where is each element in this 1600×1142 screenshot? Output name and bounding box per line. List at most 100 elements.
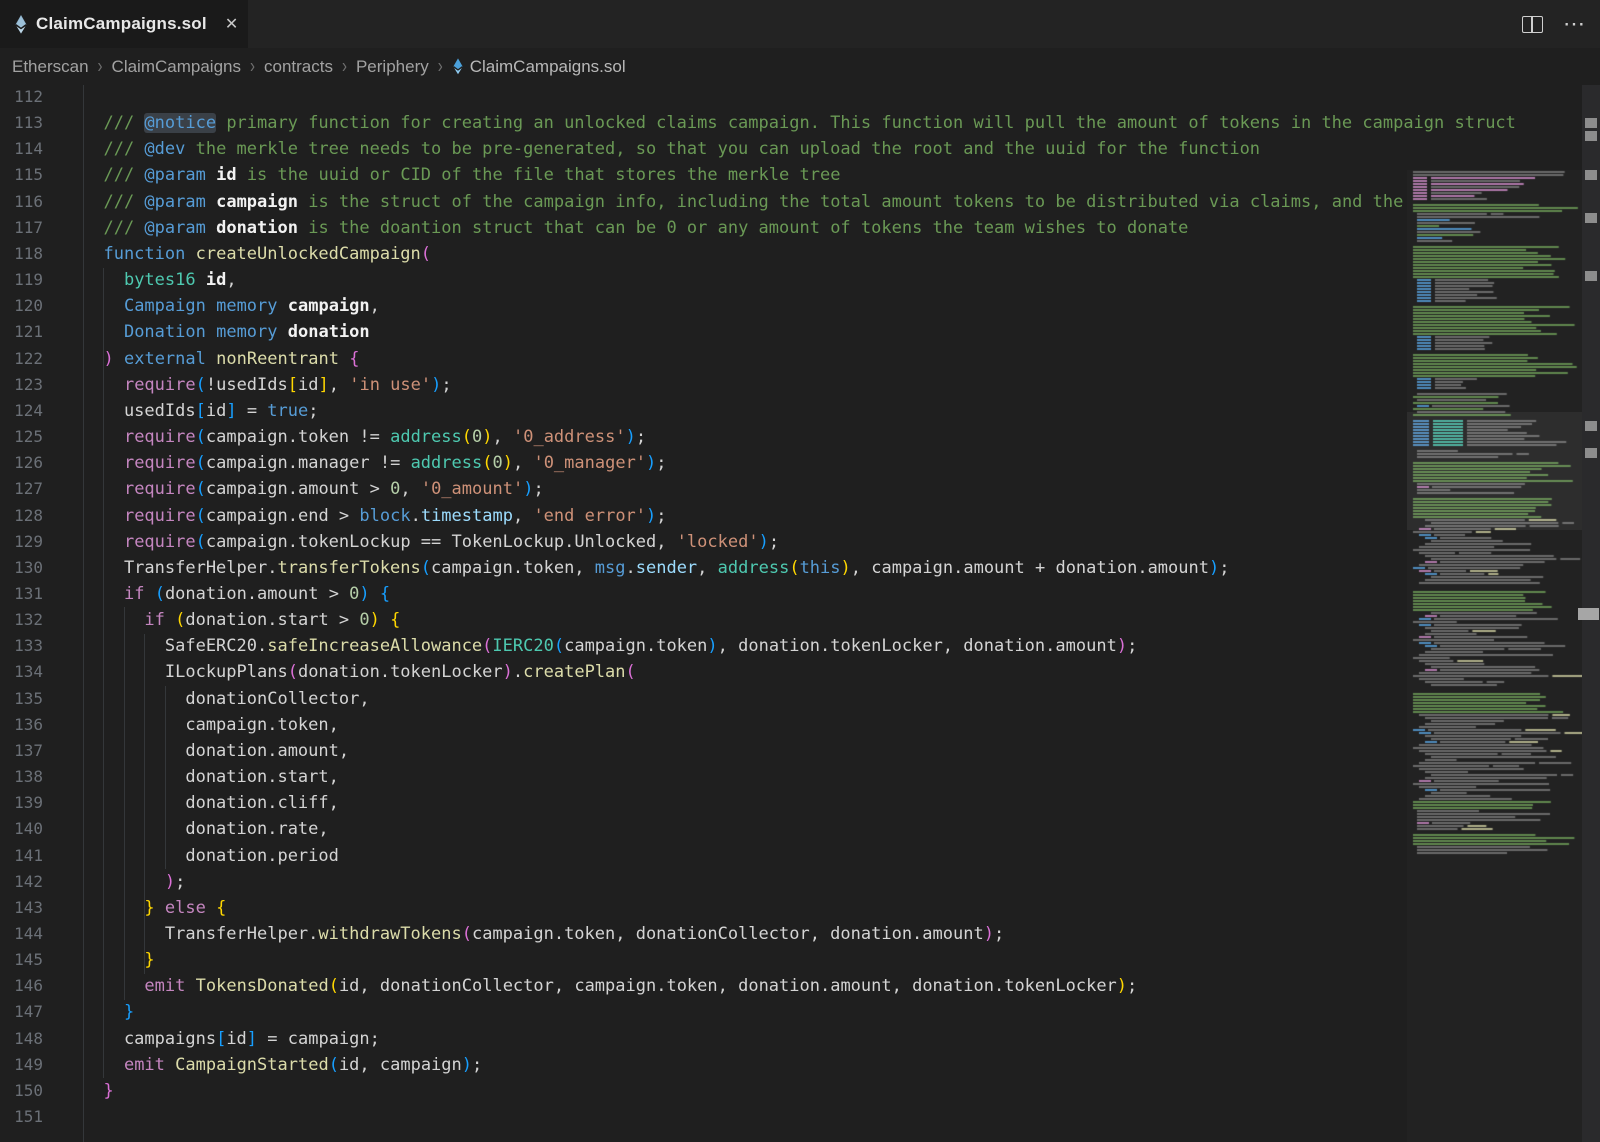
code-text: function createUnlockedCampaign( (83, 241, 431, 267)
code-line[interactable]: 124 usedIds[id] = true; (0, 398, 1600, 424)
code-text: Campaign memory campaign, (83, 293, 380, 319)
code-line[interactable]: 136 campaign.token, (0, 712, 1600, 738)
ruler-mark[interactable] (1585, 421, 1597, 431)
overview-ruler[interactable] (1582, 85, 1600, 1142)
minimap-viewport[interactable] (1407, 412, 1582, 530)
ruler-mark[interactable] (1585, 213, 1597, 223)
chevron-separator: › (250, 55, 255, 78)
line-number: 123 (0, 372, 43, 398)
code-line[interactable]: 139 donation.cliff, (0, 790, 1600, 816)
line-number: 120 (0, 293, 43, 319)
line-number: 144 (0, 921, 43, 947)
code-text: if (donation.start > 0) { (83, 607, 400, 633)
minimap[interactable] (1407, 170, 1582, 1142)
code-text: donation.rate, (83, 816, 329, 842)
code-line[interactable]: 116 /// @param campaign is the struct of… (0, 189, 1600, 215)
line-number: 118 (0, 241, 43, 267)
code-line[interactable]: 144 TransferHelper.withdrawTokens(campai… (0, 921, 1600, 947)
code-line[interactable]: 120 Campaign memory campaign, (0, 293, 1600, 319)
code-line[interactable]: 141 donation.period (0, 843, 1600, 869)
code-line[interactable]: 151 (0, 1104, 1600, 1130)
chevron-separator: › (98, 55, 103, 78)
code-text: donation.period (83, 843, 339, 869)
code-line[interactable]: 150 } (0, 1078, 1600, 1104)
breadcrumb-item-claimcampaigns-sol[interactable]: ClaimCampaigns.sol (452, 57, 626, 77)
code-line[interactable]: 114 /// @dev the merkle tree needs to be… (0, 136, 1600, 162)
ruler-mark[interactable] (1585, 118, 1597, 128)
tab-claimcampaigns[interactable]: ClaimCampaigns.sol ✕ (0, 0, 248, 48)
code-text: TransferHelper.transferTokens(campaign.t… (83, 555, 1230, 581)
code-line[interactable]: 132 if (donation.start > 0) { (0, 607, 1600, 633)
code-line[interactable]: 147 } (0, 999, 1600, 1025)
code-line[interactable]: 113 /// @notice primary function for cre… (0, 110, 1600, 136)
code-line[interactable]: 148 campaigns[id] = campaign; (0, 1026, 1600, 1052)
ruler-mark[interactable] (1585, 170, 1597, 180)
line-number: 131 (0, 581, 43, 607)
code-line[interactable]: 115 /// @param id is the uuid or CID of … (0, 162, 1600, 188)
code-text: usedIds[id] = true; (83, 398, 319, 424)
code-line[interactable]: 127 require(campaign.amount > 0, '0_amou… (0, 476, 1600, 502)
code-line[interactable]: 128 require(campaign.end > block.timesta… (0, 503, 1600, 529)
code-line[interactable]: 135 donationCollector, (0, 686, 1600, 712)
code-line[interactable]: 137 donation.amount, (0, 738, 1600, 764)
code-line[interactable]: 119 bytes16 id, (0, 267, 1600, 293)
line-number: 134 (0, 659, 43, 685)
indent-guide (124, 607, 125, 1000)
code-text: Donation memory donation (83, 319, 370, 345)
line-number: 136 (0, 712, 43, 738)
indent-guide (144, 634, 145, 974)
code-line[interactable]: 146 emit TokensDonated(id, donationColle… (0, 973, 1600, 999)
code-text: /// @param id is the uuid or CID of the … (83, 162, 840, 188)
line-number: 112 (0, 85, 43, 110)
breadcrumb-item-periphery[interactable]: Periphery (356, 57, 429, 77)
code-line[interactable]: 130 TransferHelper.transferTokens(campai… (0, 555, 1600, 581)
code-line[interactable]: 121 Donation memory donation (0, 319, 1600, 345)
code-line[interactable]: 131 if (donation.amount > 0) { (0, 581, 1600, 607)
chevron-separator: › (342, 55, 347, 78)
code-line[interactable]: 143 } else { (0, 895, 1600, 921)
line-number: 151 (0, 1104, 43, 1130)
code-text: bytes16 id, (83, 267, 237, 293)
code-line[interactable]: 149 emit CampaignStarted(id, campaign); (0, 1052, 1600, 1078)
breadcrumb-item-etherscan[interactable]: Etherscan (12, 57, 89, 77)
line-number: 138 (0, 764, 43, 790)
code-text: require(campaign.tokenLockup == TokenLoc… (83, 529, 779, 555)
code-text: } (83, 999, 134, 1025)
split-editor-icon[interactable] (1522, 16, 1543, 33)
code-line[interactable]: 112 (0, 85, 1600, 110)
scrollbar-slider[interactable] (1578, 608, 1599, 620)
breadcrumb-item-contracts[interactable]: contracts (264, 57, 333, 77)
code-line[interactable]: 140 donation.rate, (0, 816, 1600, 842)
editor[interactable]: 112113 /// @notice primary function for … (0, 85, 1600, 1142)
code-line[interactable]: 126 require(campaign.manager != address(… (0, 450, 1600, 476)
line-number: 139 (0, 790, 43, 816)
code-line[interactable]: 129 require(campaign.tokenLockup == Toke… (0, 529, 1600, 555)
close-icon[interactable]: ✕ (221, 12, 242, 36)
code-line[interactable]: 123 require(!usedIds[id], 'in use'); (0, 372, 1600, 398)
line-number: 121 (0, 319, 43, 345)
breadcrumb-item-claimcampaigns[interactable]: ClaimCampaigns (112, 57, 241, 77)
indent-guide (103, 268, 104, 1078)
code-line[interactable]: 142 ); (0, 869, 1600, 895)
ruler-mark[interactable] (1585, 271, 1597, 281)
more-actions-icon[interactable]: ⋯ (1563, 19, 1586, 29)
code-line[interactable]: 122 ) external nonReentrant { (0, 346, 1600, 372)
code-text: ILockupPlans(donation.tokenLocker).creat… (83, 659, 636, 685)
ruler-mark[interactable] (1585, 448, 1597, 458)
code-line[interactable]: 138 donation.start, (0, 764, 1600, 790)
ruler-mark[interactable] (1585, 131, 1597, 141)
code-text: donation.start, (83, 764, 339, 790)
code-text: require(campaign.end > block.timestamp, … (83, 503, 667, 529)
code-line[interactable]: 145 } (0, 947, 1600, 973)
code-text: /// @dev the merkle tree needs to be pre… (83, 136, 1260, 162)
line-number: 113 (0, 110, 43, 136)
code-line[interactable]: 125 require(campaign.token != address(0)… (0, 424, 1600, 450)
line-number: 117 (0, 215, 43, 241)
code-line[interactable]: 117 /// @param donation is the doantion … (0, 215, 1600, 241)
code-line[interactable]: 133 SafeERC20.safeIncreaseAllowance(IERC… (0, 633, 1600, 659)
code-line[interactable]: 118 function createUnlockedCampaign( (0, 241, 1600, 267)
line-number: 150 (0, 1078, 43, 1104)
code-text: require(campaign.amount > 0, '0_amount')… (83, 476, 544, 502)
code-area[interactable]: 112113 /// @notice primary function for … (0, 85, 1600, 1130)
code-line[interactable]: 134 ILockupPlans(donation.tokenLocker).c… (0, 659, 1600, 685)
